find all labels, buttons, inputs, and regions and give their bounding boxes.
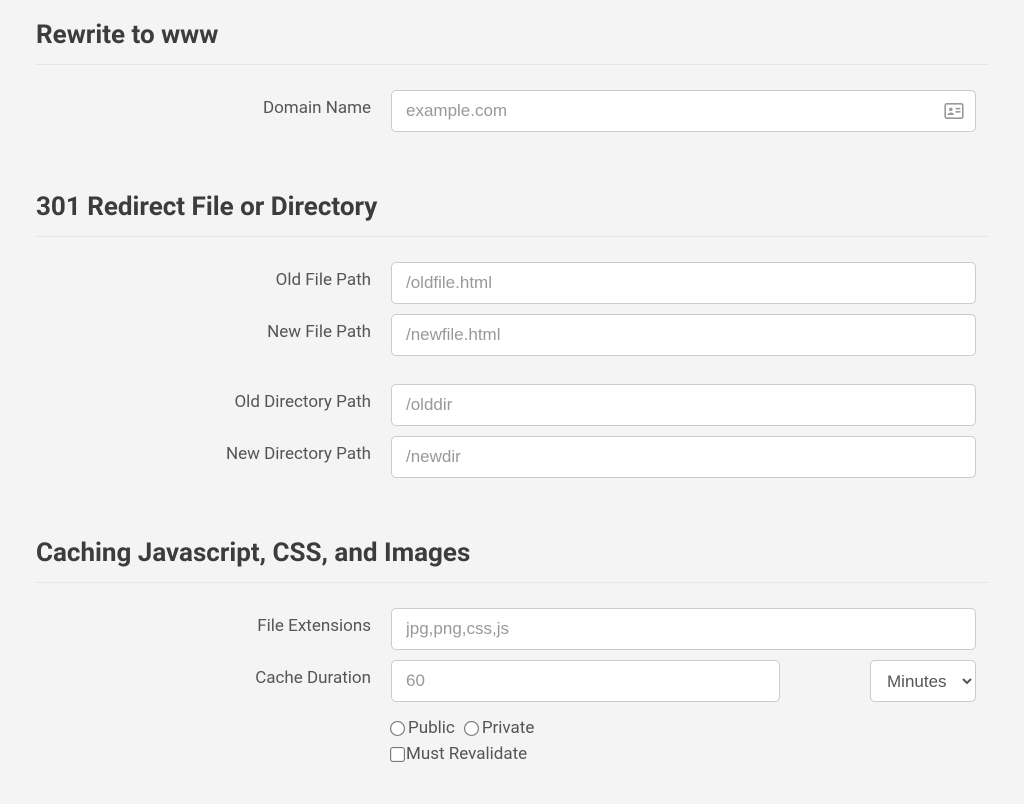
label-old-dir-path: Old Directory Path bbox=[36, 384, 391, 420]
label-domain-name: Domain Name bbox=[36, 90, 391, 126]
label-cache-duration: Cache Duration bbox=[36, 660, 391, 696]
label-old-file-path: Old File Path bbox=[36, 262, 391, 298]
input-new-dir-path[interactable] bbox=[391, 436, 976, 478]
input-domain-name[interactable] bbox=[391, 90, 976, 132]
label-file-extensions: File Extensions bbox=[36, 608, 391, 644]
row-old-file-path: Old File Path bbox=[36, 262, 988, 304]
label-private: Private bbox=[482, 718, 535, 738]
input-old-dir-path[interactable] bbox=[391, 384, 976, 426]
label-must-revalidate: Must Revalidate bbox=[406, 744, 527, 764]
input-new-file-path[interactable] bbox=[391, 314, 976, 356]
row-cache-duration: Cache Duration Minutes bbox=[36, 660, 988, 702]
label-new-file-path: New File Path bbox=[36, 314, 391, 350]
row-domain-name: Domain Name bbox=[36, 90, 988, 132]
label-new-dir-path: New Directory Path bbox=[36, 436, 391, 472]
row-file-extensions: File Extensions bbox=[36, 608, 988, 650]
section-redirect: 301 Redirect File or Directory Old File … bbox=[36, 172, 988, 478]
contact-card-icon bbox=[944, 103, 964, 119]
row-old-dir-path: Old Directory Path bbox=[36, 384, 988, 426]
input-file-extensions[interactable] bbox=[391, 608, 976, 650]
row-new-file-path: New File Path bbox=[36, 314, 988, 356]
section-title-caching: Caching Javascript, CSS, and Images bbox=[36, 518, 988, 583]
section-title-redirect: 301 Redirect File or Directory bbox=[36, 172, 988, 237]
input-cache-duration[interactable] bbox=[391, 660, 780, 702]
row-new-dir-path: New Directory Path bbox=[36, 436, 988, 478]
checkbox-must-revalidate[interactable] bbox=[390, 747, 405, 762]
section-caching: Caching Javascript, CSS, and Images File… bbox=[36, 518, 988, 764]
section-title-rewrite: Rewrite to www bbox=[36, 0, 988, 65]
label-public: Public bbox=[408, 718, 455, 738]
radio-public[interactable] bbox=[390, 721, 405, 736]
section-rewrite-www: Rewrite to www Domain Name bbox=[36, 0, 988, 132]
radio-private[interactable] bbox=[464, 721, 479, 736]
row-cache-visibility: Public Private Must Revalidate bbox=[36, 712, 988, 764]
select-cache-duration-unit[interactable]: Minutes bbox=[870, 660, 976, 702]
input-old-file-path[interactable] bbox=[391, 262, 976, 304]
